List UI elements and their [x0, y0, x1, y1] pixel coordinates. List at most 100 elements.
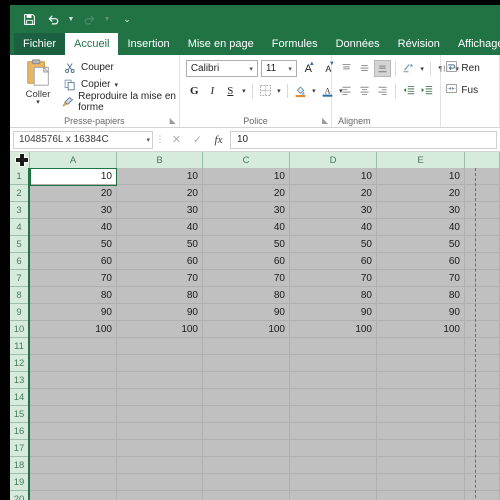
cell-E14[interactable] [377, 389, 465, 406]
cell-A12[interactable] [30, 355, 117, 372]
clipboard-dialog-launcher-icon[interactable]: ◣ [170, 116, 176, 125]
cell-D4[interactable]: 40 [290, 219, 377, 236]
name-box-caret-icon[interactable]: ▾ [146, 136, 150, 144]
align-bottom-icon[interactable] [374, 60, 392, 77]
cell-A11[interactable] [30, 338, 117, 355]
cell-C15[interactable] [203, 406, 290, 423]
grid-row[interactable] [30, 355, 500, 372]
cell-C1[interactable]: 10 [203, 168, 290, 185]
cell-D10[interactable]: 100 [290, 321, 377, 338]
column-header-c[interactable]: C [203, 152, 290, 168]
cell-E2[interactable]: 20 [377, 185, 465, 202]
cell-E15[interactable] [377, 406, 465, 423]
orientation-icon[interactable] [400, 60, 417, 77]
cell-C8[interactable]: 80 [203, 287, 290, 304]
cell-E6[interactable]: 60 [377, 253, 465, 270]
cell-E18[interactable] [377, 457, 465, 474]
cell-F10[interactable] [465, 321, 500, 338]
insert-function-icon[interactable]: fx [209, 131, 228, 149]
cell-E20[interactable] [377, 491, 465, 500]
row-header-14[interactable]: 14 [10, 389, 28, 406]
cell-B1[interactable]: 10 [117, 168, 203, 185]
cell-C17[interactable] [203, 440, 290, 457]
font-size-combo[interactable]: 11 ▾ [260, 60, 297, 77]
row-header-16[interactable]: 16 [10, 423, 28, 440]
cell-E16[interactable] [377, 423, 465, 440]
cell-E17[interactable] [377, 440, 465, 457]
cell-F18[interactable] [465, 457, 500, 474]
cell-B10[interactable]: 100 [117, 321, 203, 338]
cell-F20[interactable] [465, 491, 500, 500]
grid-row[interactable] [30, 389, 500, 406]
customize-qat-icon[interactable]: ⌄ [122, 8, 132, 30]
grid-row[interactable]: 100 100 100 100 100 [30, 321, 500, 338]
grid-row[interactable] [30, 474, 500, 491]
cell-C13[interactable] [203, 372, 290, 389]
cell-D14[interactable] [290, 389, 377, 406]
cell-A19[interactable] [30, 474, 117, 491]
cell-A20[interactable] [30, 491, 117, 500]
cell-B12[interactable] [117, 355, 203, 372]
cell-D19[interactable] [290, 474, 377, 491]
cell-F3[interactable] [465, 202, 500, 219]
cell-E5[interactable]: 50 [377, 236, 465, 253]
cell-A16[interactable] [30, 423, 117, 440]
cell-B15[interactable] [117, 406, 203, 423]
align-center-icon[interactable] [356, 82, 373, 99]
cell-D12[interactable] [290, 355, 377, 372]
cell-B3[interactable]: 30 [117, 202, 203, 219]
align-middle-icon[interactable] [356, 60, 373, 77]
grid-row[interactable] [30, 406, 500, 423]
cell-E9[interactable]: 90 [377, 304, 465, 321]
font-dialog-launcher-icon[interactable]: ◣ [322, 116, 328, 125]
cell-C6[interactable]: 60 [203, 253, 290, 270]
cell-B5[interactable]: 50 [117, 236, 203, 253]
cell-E13[interactable] [377, 372, 465, 389]
increase-font-size-button[interactable]: A ▲ [300, 60, 317, 77]
borders-icon[interactable] [257, 82, 274, 99]
fill-color-icon[interactable] [292, 82, 309, 99]
cell-C7[interactable]: 70 [203, 270, 290, 287]
cell-F6[interactable] [465, 253, 500, 270]
name-box[interactable]: 1048576L x 16384C ▾ [13, 130, 153, 149]
row-header-13[interactable]: 13 [10, 372, 28, 389]
cell-E3[interactable]: 30 [377, 202, 465, 219]
cell-A2[interactable]: 20 [30, 185, 117, 202]
cell-D15[interactable] [290, 406, 377, 423]
cell-E1[interactable]: 10 [377, 168, 465, 185]
row-header-15[interactable]: 15 [10, 406, 28, 423]
cell-D7[interactable]: 70 [290, 270, 377, 287]
cell-D2[interactable]: 20 [290, 185, 377, 202]
cell-C11[interactable] [203, 338, 290, 355]
tab-affichage[interactable]: Affichage [449, 33, 500, 55]
cell-A10[interactable]: 100 [30, 321, 117, 338]
underline-button[interactable]: S [222, 82, 239, 99]
redo-caret-icon[interactable]: ▼ [102, 8, 112, 30]
row-header-11[interactable]: 11 [10, 338, 28, 355]
cell-D11[interactable] [290, 338, 377, 355]
cell-B7[interactable]: 70 [117, 270, 203, 287]
cell-D9[interactable]: 90 [290, 304, 377, 321]
cell-area[interactable]: 10 10 10 10 10 20 20 20 20 20 30 30 30 30 30 40 40 40 40 40… [30, 168, 500, 500]
cell-F11[interactable] [465, 338, 500, 355]
cell-F4[interactable] [465, 219, 500, 236]
cell-B4[interactable]: 40 [117, 219, 203, 236]
cell-C4[interactable]: 40 [203, 219, 290, 236]
cell-F12[interactable] [465, 355, 500, 372]
cell-B13[interactable] [117, 372, 203, 389]
column-header-a[interactable]: A [30, 152, 117, 168]
grid-row[interactable]: 90 90 90 90 90 [30, 304, 500, 321]
align-top-icon[interactable] [338, 60, 355, 77]
underline-caret-icon[interactable]: ▾ [240, 87, 248, 95]
merge-center-button[interactable]: Fus [445, 82, 478, 98]
row-header-4[interactable]: 4 [10, 219, 28, 236]
grid-row[interactable] [30, 372, 500, 389]
row-header-18[interactable]: 18 [10, 457, 28, 474]
format-painter-button[interactable]: Reproduire la mise en forme [62, 91, 180, 113]
cell-C2[interactable]: 20 [203, 185, 290, 202]
cell-F2[interactable] [465, 185, 500, 202]
cell-A15[interactable] [30, 406, 117, 423]
grid-row[interactable]: 60 60 60 60 60 [30, 253, 500, 270]
cell-F13[interactable] [465, 372, 500, 389]
cell-D5[interactable]: 50 [290, 236, 377, 253]
